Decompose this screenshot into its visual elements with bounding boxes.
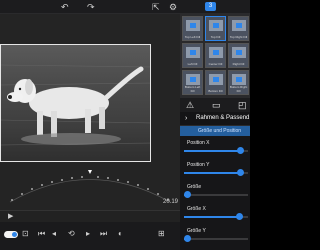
param-position-x: Position X bbox=[180, 140, 250, 162]
preset-thumb[interactable]: Center Fill bbox=[205, 43, 226, 68]
panel-icon-row: ⚠ ▭ ◰ bbox=[180, 98, 250, 112]
section-title: Rahmen & Passend bbox=[196, 115, 250, 121]
slider-knob[interactable] bbox=[235, 213, 243, 220]
preview-viewer[interactable]: 20.19 bbox=[0, 14, 180, 210]
preset-thumb[interactable]: Bottom Fill bbox=[205, 70, 226, 95]
section-header[interactable]: › Rahmen & Passend bbox=[180, 112, 250, 126]
mask-icon[interactable]: ◐ bbox=[118, 229, 123, 238]
rotation-dial[interactable] bbox=[0, 162, 180, 210]
play-icon[interactable]: ▶ bbox=[8, 212, 13, 220]
loop-icon[interactable]: ⟲ bbox=[68, 229, 75, 238]
dog-photo bbox=[1, 64, 150, 146]
slider[interactable] bbox=[184, 235, 248, 242]
preset-thumb[interactable]: Top Right Fill bbox=[228, 16, 249, 41]
slider-knob[interactable] bbox=[236, 169, 244, 176]
slider[interactable] bbox=[184, 147, 248, 154]
param-size-x: Größe X bbox=[180, 206, 250, 228]
bottom-toolbar: ▶ ⊡ ⏮ ◂ ⟲ ▸ ⏭ ◐ ⊞ bbox=[0, 210, 180, 250]
rewind-icon[interactable]: ◂ bbox=[52, 229, 56, 238]
preset-thumb[interactable]: Bottom Left Fill bbox=[182, 70, 203, 95]
undo-icon[interactable]: ↶ bbox=[61, 2, 69, 12]
export-icon[interactable]: ⇱ bbox=[152, 2, 160, 12]
slider-knob[interactable] bbox=[236, 147, 244, 154]
crop-icon[interactable]: ◰ bbox=[238, 100, 247, 111]
preset-thumb[interactable]: Bottom Right Fill bbox=[228, 70, 249, 95]
warning-icon[interactable]: ⚠ bbox=[186, 100, 194, 111]
prev-frame-icon[interactable]: ⏮ bbox=[38, 229, 45, 239]
slider[interactable] bbox=[184, 191, 248, 198]
settings-icon[interactable]: ⚙ bbox=[169, 2, 177, 12]
next-frame-icon[interactable]: ⏭ bbox=[100, 229, 107, 239]
fit-icon[interactable]: ⊡ bbox=[22, 229, 29, 238]
sub-section-title: Größe und Position bbox=[198, 128, 242, 134]
slider[interactable] bbox=[184, 213, 248, 220]
preset-thumb[interactable]: Top Left Fill bbox=[182, 16, 203, 41]
timecode: 20.19 bbox=[163, 199, 179, 205]
slider-knob[interactable] bbox=[184, 235, 192, 242]
photo-preview[interactable] bbox=[0, 44, 151, 162]
param-size-y: Größe Y bbox=[180, 228, 250, 250]
redo-icon[interactable]: ↷ bbox=[87, 2, 95, 12]
top-toolbar: ↶ ↷ ⇱ ⚙ 3 bbox=[0, 0, 250, 14]
timeline-strip[interactable]: ▶ bbox=[0, 210, 180, 222]
slider-fill bbox=[184, 172, 241, 174]
preset-thumb[interactable]: Right Fill bbox=[228, 43, 249, 68]
slider-knob[interactable] bbox=[184, 191, 192, 198]
forward-icon[interactable]: ▸ bbox=[86, 229, 90, 238]
param-position-y: Position Y bbox=[180, 162, 250, 184]
toggle-switch[interactable] bbox=[4, 231, 18, 238]
inspector-panel: › Rahmen & Passend Größe und Position Po… bbox=[180, 112, 250, 250]
document-icon[interactable]: ▭ bbox=[212, 100, 221, 111]
layer-count-badge[interactable]: 3 bbox=[205, 2, 216, 11]
sub-section-header[interactable]: Größe und Position bbox=[180, 126, 250, 136]
grid-icon[interactable]: ⊞ bbox=[158, 229, 165, 238]
slider-fill bbox=[184, 216, 240, 218]
preset-thumb[interactable]: Top Fill bbox=[205, 16, 226, 41]
param-size: Größe bbox=[180, 184, 250, 206]
slider-fill bbox=[184, 150, 241, 152]
preset-thumb[interactable]: Left Fill bbox=[182, 43, 203, 68]
slider[interactable] bbox=[184, 169, 248, 176]
chevron-right-icon[interactable]: › bbox=[185, 115, 187, 122]
preset-grid: Top Left Fill Top Fill Top Right Fill Le… bbox=[180, 14, 250, 98]
